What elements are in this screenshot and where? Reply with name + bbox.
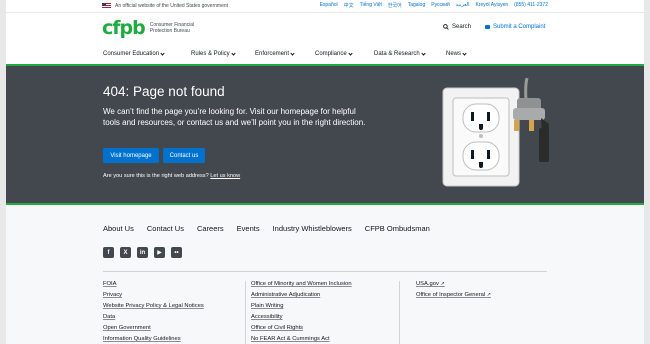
nav-label: Rules & Policy <box>191 51 230 57</box>
page-frame: An official website of the United States… <box>6 0 644 344</box>
logo-text: Consumer Financial Protection Bureau <box>149 22 195 34</box>
nav-label: Compliance <box>315 51 347 57</box>
nav-enforcement[interactable]: Enforcement <box>255 50 295 57</box>
logo-mark: cfpb <box>102 17 146 39</box>
footer-link[interactable]: Data <box>103 314 204 325</box>
main-nav: Consumer Education Rules & Policy Enforc… <box>6 44 644 64</box>
let-us-know-link[interactable]: Let us know <box>210 173 240 179</box>
footer-link-events[interactable]: Events <box>237 224 260 233</box>
footer-link[interactable]: Office of Minority and Women Inclusion <box>251 281 352 292</box>
footer-link-whistleblowers[interactable]: Industry Whistleblowers <box>273 224 352 233</box>
nav-consumer-education[interactable]: Consumer Education <box>103 50 165 57</box>
footer-link[interactable]: Administrative Adjudication <box>251 292 352 303</box>
external-link-icon: ↗ <box>486 292 491 298</box>
facebook-icon[interactable]: f <box>103 247 114 258</box>
column-divider <box>399 281 400 344</box>
language-links: Español 中文 Tiếng Việt 한국어 Tagalog Русски… <box>320 2 548 9</box>
complaint-label: Submit a Complaint <box>493 24 546 30</box>
phone-link[interactable]: (855) 411-2372 <box>514 2 548 9</box>
chevron-down-icon <box>421 50 426 56</box>
footer-link[interactable]: Website Privacy Policy & Legal Notices <box>103 303 204 314</box>
nav-rules-policy[interactable]: Rules & Policy <box>191 50 236 57</box>
search-icon <box>443 24 449 30</box>
nav-label: Enforcement <box>255 51 290 57</box>
footer-link[interactable]: Plain Writing <box>251 303 352 314</box>
lang-link[interactable]: 中文 <box>344 2 354 9</box>
lang-link[interactable]: Tiếng Việt <box>360 2 382 9</box>
site-header: cfpb Consumer Financial Protection Burea… <box>6 12 644 44</box>
linkedin-icon[interactable]: in <box>137 247 148 258</box>
submit-complaint-link[interactable]: Submit a Complaint <box>485 24 545 30</box>
footer-link[interactable]: Privacy <box>103 292 204 303</box>
footer-link-careers[interactable]: Careers <box>197 224 224 233</box>
youtube-icon[interactable]: ▶ <box>154 247 165 258</box>
lang-link[interactable]: 한국어 <box>388 2 402 9</box>
error-hero: 404: Page not found We can’t find the pa… <box>6 64 644 205</box>
site-footer: About Us Contact Us Careers Events Indus… <box>6 205 644 344</box>
report-question: Are you sure this is the right web addre… <box>103 173 209 179</box>
lang-link[interactable]: Español <box>320 2 338 9</box>
lang-link[interactable]: Русский <box>431 2 450 9</box>
unplugged-outlet-illustration <box>442 78 549 187</box>
report-prompt: Are you sure this is the right web addre… <box>103 173 240 179</box>
nav-label: Data & Research <box>374 51 420 57</box>
chevron-down-icon <box>231 50 236 56</box>
page-title: 404: Page not found <box>103 84 225 99</box>
lang-link[interactable]: Kreyòl Ayisyen <box>475 2 508 9</box>
visit-homepage-button[interactable]: Visit homepage <box>103 148 159 163</box>
footer-divider <box>103 271 547 272</box>
link-label: Office of Inspector General <box>416 292 486 298</box>
footer-link-ombudsman[interactable]: CFPB Ombudsman <box>365 224 430 233</box>
footer-link[interactable]: No FEAR Act & Cummings Act <box>251 336 352 344</box>
search-label: Search <box>452 24 472 30</box>
footer-link[interactable]: Information Quality Guidelines <box>103 336 204 344</box>
error-message: We can’t find the page you’re looking fo… <box>103 107 366 127</box>
footer-column-3: USA.gov ↗ Office of Inspector General ↗ <box>416 281 491 303</box>
gov-banner-text: An official website of the United States… <box>115 3 229 9</box>
link-label: USA.gov <box>416 281 439 287</box>
social-links: f X in ▶ •• <box>103 247 182 258</box>
footer-link-usagov[interactable]: USA.gov ↗ <box>416 281 491 292</box>
flickr-icon[interactable]: •• <box>171 247 182 258</box>
nav-data-research[interactable]: Data & Research <box>374 50 426 57</box>
footer-link[interactable]: FOIA <box>103 281 204 292</box>
lang-link[interactable]: العربية <box>456 2 470 9</box>
footer-link-oig[interactable]: Office of Inspector General ↗ <box>416 292 491 303</box>
footer-link[interactable]: Accessibility <box>251 314 352 325</box>
footer-column-1: FOIA Privacy Website Privacy Policy & Le… <box>103 281 204 344</box>
footer-link-about[interactable]: About Us <box>103 224 134 233</box>
footer-link-contact[interactable]: Contact Us <box>147 224 184 233</box>
chevron-down-icon <box>348 50 353 56</box>
column-divider <box>245 281 246 344</box>
chevron-down-icon <box>462 50 467 56</box>
us-flag-icon <box>102 3 111 9</box>
search-button[interactable]: Search <box>443 24 471 30</box>
nav-news[interactable]: News <box>446 50 467 57</box>
nav-label: News <box>446 51 462 57</box>
lang-link[interactable]: Tagalog <box>408 2 426 9</box>
cfpb-logo[interactable]: cfpb Consumer Financial Protection Burea… <box>102 17 210 39</box>
complaint-icon <box>485 25 490 29</box>
nav-label: Consumer Education <box>103 51 160 57</box>
chevron-down-icon <box>160 50 165 56</box>
x-twitter-icon[interactable]: X <box>120 247 131 258</box>
footer-column-2: Office of Minority and Women Inclusion A… <box>251 281 352 344</box>
footer-primary-links: About Us Contact Us Careers Events Indus… <box>103 224 430 233</box>
chevron-down-icon <box>290 50 295 56</box>
external-link-icon: ↗ <box>440 281 445 287</box>
footer-link[interactable]: Office of Civil Rights <box>251 325 352 336</box>
nav-compliance[interactable]: Compliance <box>315 50 353 57</box>
contact-us-button[interactable]: Contact us <box>163 148 205 163</box>
footer-link[interactable]: Open Government <box>103 325 204 336</box>
